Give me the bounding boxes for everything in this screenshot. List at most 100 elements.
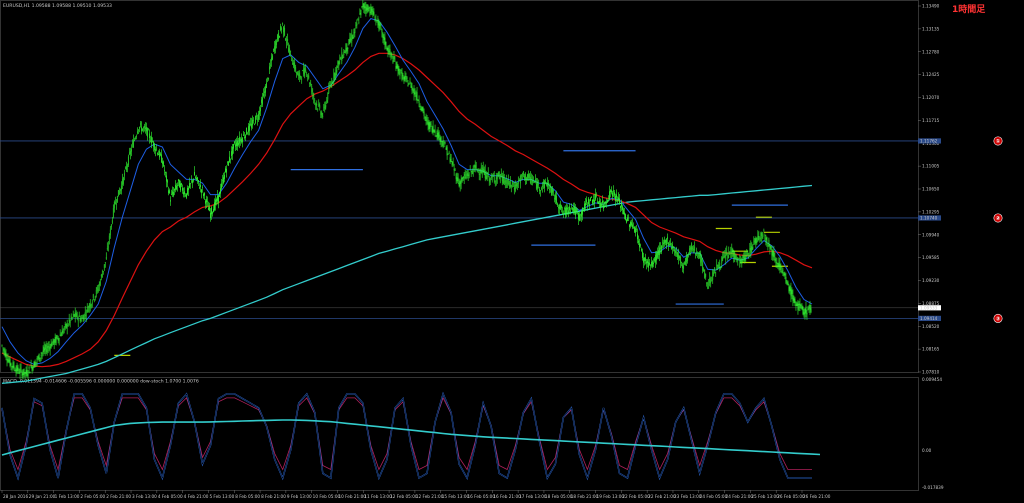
candle-body	[468, 174, 470, 177]
price-tick-label: 1.12425	[922, 72, 940, 77]
candle-body	[397, 65, 399, 71]
candle-body	[707, 286, 709, 288]
candle-body	[254, 124, 255, 126]
candle-body	[258, 113, 259, 120]
candle-body	[482, 167, 484, 173]
candle-body	[490, 175, 492, 179]
candle-body	[404, 76, 406, 80]
candle-body	[146, 126, 147, 132]
candle-body	[579, 214, 580, 221]
candle-body	[773, 251, 775, 258]
candle-body	[368, 7, 370, 9]
candle-body	[743, 255, 745, 262]
candle-body	[340, 59, 342, 60]
candle-body	[631, 222, 632, 226]
candle-body	[227, 161, 228, 163]
candle-body	[52, 338, 54, 343]
candle-body	[533, 181, 535, 183]
candle-body	[144, 126, 145, 128]
candle-body	[809, 304, 811, 310]
candle-body	[555, 194, 556, 200]
candle-body	[369, 11, 371, 13]
candle-body	[301, 78, 303, 80]
candle-body	[244, 137, 245, 138]
candle-body	[133, 140, 135, 141]
candle-body	[14, 370, 16, 371]
candle-body	[635, 228, 636, 233]
candle-body	[387, 47, 389, 52]
candle-body	[725, 252, 727, 260]
candle-body	[421, 106, 423, 111]
candle-body	[346, 43, 348, 52]
candle-body	[264, 91, 265, 94]
candle-body	[74, 312, 76, 317]
candle-body	[603, 205, 604, 209]
candle-body	[276, 40, 278, 45]
candle-body	[694, 246, 696, 251]
candle-body	[781, 271, 783, 274]
candle-body	[263, 93, 264, 96]
candle-body	[810, 308, 812, 313]
candle-body	[601, 203, 602, 206]
candle-body	[558, 207, 559, 209]
candle-body	[92, 294, 94, 299]
candle-body	[76, 313, 78, 319]
candle-body	[632, 224, 633, 228]
candle-body	[89, 303, 91, 308]
candle-body	[237, 140, 238, 147]
price-tick-label: 1.07810	[922, 370, 940, 375]
price-tick-label: 1.13135	[922, 26, 940, 31]
candle-body	[292, 63, 294, 65]
candle-body	[472, 171, 474, 175]
candle-body	[24, 372, 26, 374]
candle-body	[365, 7, 367, 11]
candle-body	[432, 126, 434, 133]
candle-body	[801, 305, 803, 310]
candle-body	[572, 207, 573, 210]
candle-body	[690, 247, 692, 250]
candle-body	[644, 258, 645, 262]
candle-body	[705, 273, 707, 277]
candle-body	[527, 174, 529, 179]
candle-body	[170, 200, 171, 202]
candle-body	[43, 347, 45, 352]
candle-body	[655, 255, 656, 263]
candle-body	[517, 181, 519, 184]
candle-body	[746, 253, 748, 255]
candle-body	[127, 156, 129, 166]
candle-body	[591, 196, 592, 198]
candle-body	[429, 121, 431, 129]
time-tick-label: 16 Feb 21:00	[493, 494, 521, 499]
candle-body	[78, 314, 80, 317]
candle-body	[417, 99, 419, 101]
candle-body	[139, 123, 141, 125]
candle-body	[424, 116, 426, 118]
candle-body	[42, 350, 44, 353]
candle-body	[529, 176, 531, 183]
candle-body	[129, 151, 131, 155]
indicator-tick-label: 0.00	[922, 448, 932, 453]
time-tick-label: 4 Feb 05:00	[158, 494, 183, 499]
candle-body	[745, 254, 747, 257]
candle-body	[605, 201, 606, 204]
time-tick-label: 16 Feb 05:00	[468, 494, 496, 499]
candle-body	[217, 195, 218, 201]
candle-body	[682, 264, 684, 269]
candle-body	[181, 183, 182, 186]
candle-body	[356, 23, 358, 26]
candle-body	[23, 368, 25, 375]
time-tick-label: 23 Feb 13:00	[674, 494, 702, 499]
candle-body	[637, 233, 638, 240]
candle-body	[171, 193, 172, 195]
candle-body	[679, 256, 681, 259]
price-tick-label: 1.09585	[922, 255, 940, 260]
candle-body	[723, 256, 725, 258]
candle-body	[739, 258, 741, 267]
candle-body	[287, 39, 289, 42]
candle-body	[741, 259, 743, 264]
candle-body	[182, 187, 183, 191]
candle-body	[219, 192, 220, 197]
candle-body	[689, 248, 691, 254]
candle-body	[634, 227, 635, 232]
candle-body	[636, 229, 637, 230]
